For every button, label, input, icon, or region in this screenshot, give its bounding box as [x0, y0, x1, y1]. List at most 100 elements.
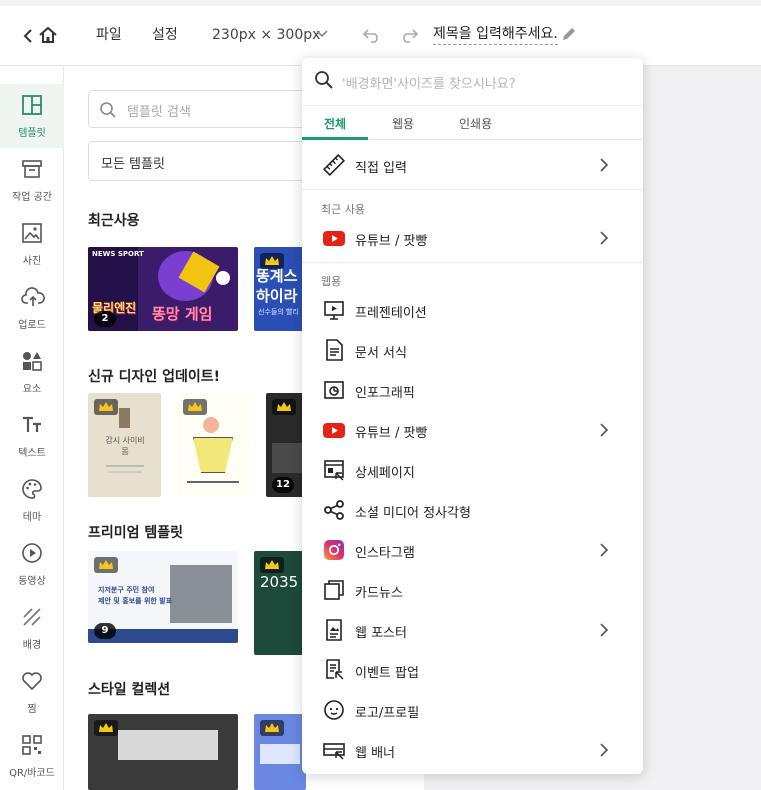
nav-templates[interactable]: 템플릿: [0, 84, 64, 148]
premium-crown-badge: [260, 720, 284, 736]
item-label: 이벤트 팝업: [355, 666, 419, 681]
section-title-recent: 최근사용: [88, 213, 140, 229]
web-item-detail-page[interactable]: 상세페이지: [302, 450, 643, 490]
instagram-icon: [324, 540, 344, 560]
item-label: 카드뉴스: [355, 586, 403, 601]
item-label: 프레젠테이션: [355, 306, 427, 321]
chevron-right-icon: [600, 623, 609, 637]
template-thumb-presentation[interactable]: 지저분구 주민 참여 제안 및 홍보를 위한 발표 9: [88, 551, 238, 643]
web-item-document[interactable]: 문서 서식: [302, 330, 643, 370]
nav-text[interactable]: 텍스트: [0, 404, 64, 468]
crown-icon: [99, 723, 113, 732]
background-icon: [23, 608, 41, 626]
nav-label: 사진: [22, 256, 42, 267]
undo-icon[interactable]: [362, 27, 382, 43]
crown-icon: [277, 402, 291, 411]
settings-menu[interactable]: 설정: [152, 26, 178, 44]
redo-icon[interactable]: [399, 27, 419, 43]
file-menu[interactable]: 파일: [96, 26, 122, 44]
chevron-right-icon: [600, 423, 609, 437]
nav-workspace[interactable]: 작업 공간: [0, 148, 64, 212]
web-item-instagram[interactable]: 인스타그램: [302, 530, 643, 570]
item-label: 인포그래픽: [355, 386, 415, 401]
template-search-input[interactable]: 템플릿 검색: [88, 90, 308, 128]
template-thumb-game[interactable]: NEWS SPORT 물리엔진 똥망 게임 2: [88, 247, 238, 331]
smile-icon: [324, 700, 344, 720]
active-tab-indicator: [302, 137, 368, 140]
recent-item-youtube[interactable]: 유튜브 / 팟빵: [302, 218, 643, 258]
web-item-infographic[interactable]: 인포그래픽: [302, 370, 643, 410]
play-circle-icon: [22, 543, 42, 563]
web-item-event-popup[interactable]: 이벤트 팝업: [302, 650, 643, 690]
size-search-input[interactable]: '배경화면'사이즈를 찾으시나요?: [302, 58, 643, 106]
pencil-icon[interactable]: [560, 25, 578, 43]
premium-crown-badge: [94, 399, 118, 415]
chevron-right-icon: [600, 231, 609, 245]
item-label: 유튜브 / 팟빵: [355, 234, 428, 249]
nav-photos[interactable]: 사진: [0, 212, 64, 276]
title-input[interactable]: 제목을 입력해주세요.: [433, 26, 558, 45]
page-count-badge: 12: [272, 477, 294, 493]
template-filter-select[interactable]: 모든 템플릿: [88, 141, 308, 181]
web-item-youtube[interactable]: 유튜브 / 팟빵: [302, 410, 643, 450]
premium-crown-badge: [183, 399, 207, 415]
canvas-area: [643, 66, 761, 790]
direct-input-item[interactable]: 직접 입력: [302, 145, 643, 185]
size-selector[interactable]: 230px × 300px: [212, 26, 320, 44]
nav-qr[interactable]: QR/바코드: [0, 724, 64, 788]
item-label: 인스타그램: [355, 546, 415, 561]
heart-icon: [22, 672, 42, 691]
nav-elements[interactable]: 요소: [0, 340, 64, 404]
web-banner-icon: [323, 743, 345, 760]
nav-label: QR/바코드: [9, 768, 55, 779]
web-item-logo-profile[interactable]: 로고/프로필: [302, 690, 643, 730]
left-nav: 템플릿 작업 공간 사진 업로드 요소 텍스트 테마 동영상 배경 찜 QR/바…: [0, 66, 64, 790]
template-thumb-dark[interactable]: 12: [266, 393, 306, 497]
tab-web[interactable]: 웹용: [392, 115, 414, 132]
nav-favorites[interactable]: 찜: [0, 660, 64, 724]
nav-label: 텍스트: [18, 448, 46, 459]
card-news-icon: [324, 580, 344, 600]
nav-label: 템플릿: [18, 128, 46, 139]
crown-icon: [188, 402, 202, 411]
web-item-web-banner[interactable]: 웹 배너: [302, 730, 643, 770]
item-label: 웹 배너: [355, 746, 396, 761]
nav-background[interactable]: 배경: [0, 596, 64, 660]
share-icon: [324, 500, 344, 520]
item-label: 로고/프로필: [355, 706, 420, 721]
web-item-card-news[interactable]: 카드뉴스: [302, 570, 643, 610]
home-icon[interactable]: [38, 26, 58, 44]
thumb-text: 선수들의 빨리: [258, 308, 299, 316]
document-icon: [326, 339, 343, 361]
chevron-down-icon[interactable]: [316, 30, 328, 38]
select-value: 모든 템플릿: [101, 157, 165, 172]
template-thumb-style-blue[interactable]: [254, 714, 306, 790]
nav-upload[interactable]: 업로드: [0, 276, 64, 340]
back-chevron-icon[interactable]: [22, 28, 34, 44]
crown-icon: [265, 256, 279, 265]
search-placeholder: 템플릿 검색: [127, 105, 191, 120]
web-item-web-poster[interactable]: 웹 포스터: [302, 610, 643, 650]
template-thumb-green[interactable]: 2035: [254, 551, 306, 655]
template-thumb-planner[interactable]: [177, 393, 250, 497]
tab-print[interactable]: 인쇄용: [459, 115, 492, 132]
text-icon: [23, 416, 41, 432]
template-thumb-book[interactable]: 감시 사이비 몸: [88, 393, 161, 497]
web-item-presentation[interactable]: 프레젠테이션: [302, 290, 643, 330]
event-popup-icon: [326, 659, 344, 680]
divider: [302, 189, 643, 190]
nav-theme[interactable]: 테마: [0, 468, 64, 532]
section-title-style: 스타일 컬렉션: [88, 682, 171, 698]
tab-all[interactable]: 전체: [324, 115, 346, 132]
ruler-icon: [323, 154, 345, 176]
template-thumb-sports[interactable]: 똥계스 하이라 선수들의 빨리: [254, 247, 304, 331]
crown-icon: [265, 560, 279, 569]
nav-video[interactable]: 동영상: [0, 532, 64, 596]
thumb-text: NEWS SPORT: [92, 250, 144, 258]
web-item-social-square[interactable]: 소셜 미디어 정사각형: [302, 490, 643, 530]
template-thumb-style-dark[interactable]: [88, 714, 238, 790]
nav-label: 배경: [22, 640, 42, 651]
item-label: 소셜 미디어 정사각형: [355, 506, 471, 521]
item-label: 웹 포스터: [355, 626, 407, 641]
web-poster-icon: [326, 619, 342, 641]
